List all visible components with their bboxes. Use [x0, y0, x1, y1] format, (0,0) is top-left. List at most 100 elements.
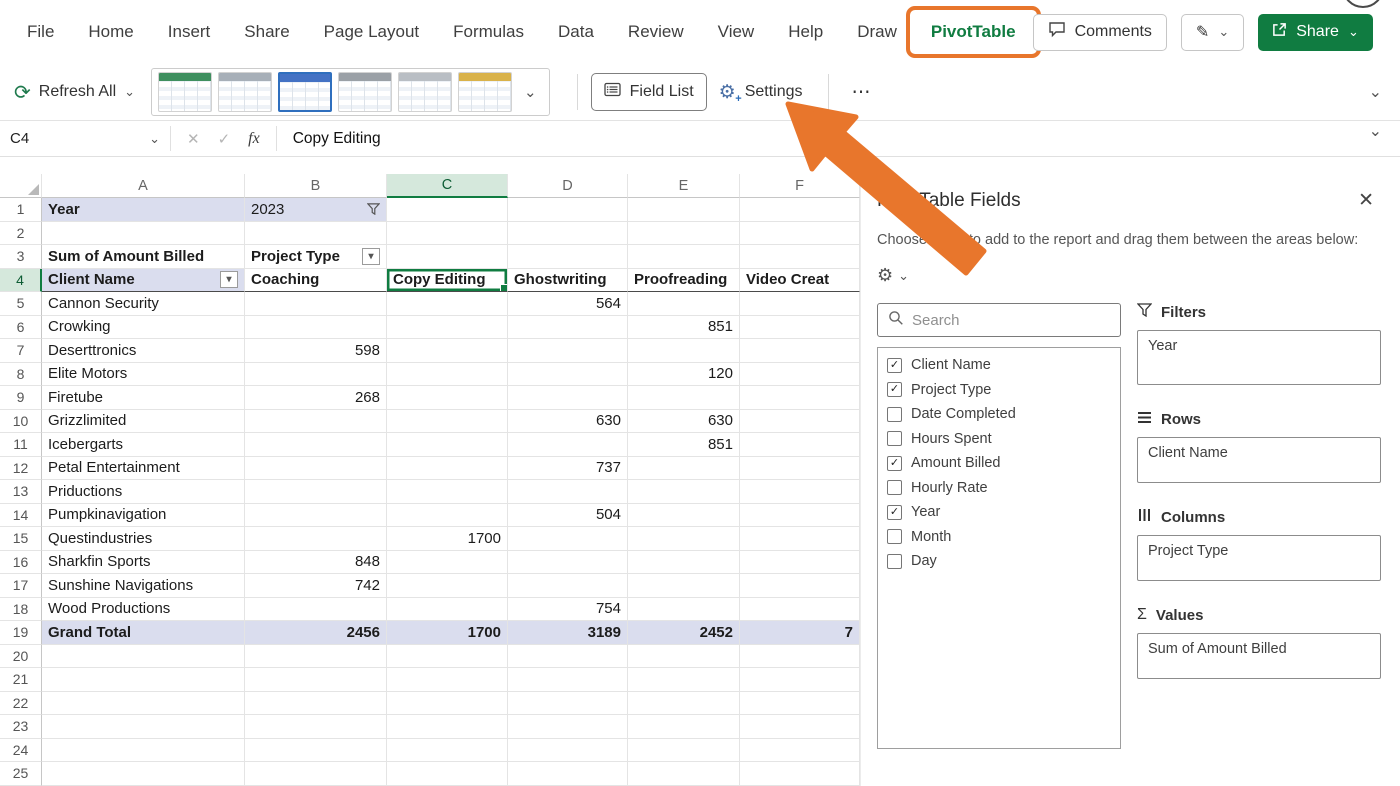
cell-E19[interactable]: 2452 — [628, 621, 740, 645]
cell-A21[interactable] — [42, 668, 245, 692]
filter-funnel-icon[interactable] — [367, 203, 380, 215]
cell-C20[interactable] — [387, 645, 508, 669]
row-header-19[interactable]: 19 — [0, 621, 42, 645]
menu-item-share[interactable]: Share — [227, 14, 306, 50]
cell-B6[interactable] — [245, 316, 387, 340]
close-icon[interactable]: ✕ — [1352, 187, 1380, 214]
cell-D3[interactable] — [508, 245, 628, 269]
dropdown-arrow-icon[interactable]: ▾ — [220, 271, 238, 288]
cell-F14[interactable] — [740, 504, 860, 528]
cell-A20[interactable] — [42, 645, 245, 669]
cell-A8[interactable]: Elite Motors — [42, 363, 245, 387]
cell-B7[interactable]: 598 — [245, 339, 387, 363]
cell-B23[interactable] — [245, 715, 387, 739]
cell-D16[interactable] — [508, 551, 628, 575]
cell-C22[interactable] — [387, 692, 508, 716]
pivot-style-thumbnail[interactable] — [158, 72, 212, 112]
cell-A9[interactable]: Firetube — [42, 386, 245, 410]
cell-F6[interactable] — [740, 316, 860, 340]
area-field-pill[interactable]: Client Name — [1148, 445, 1370, 461]
cell-B9[interactable]: 268 — [245, 386, 387, 410]
cell-E11[interactable]: 851 — [628, 433, 740, 457]
cell-F12[interactable] — [740, 457, 860, 481]
pivot-style-thumbnail[interactable] — [398, 72, 452, 112]
column-header-E[interactable]: E — [628, 174, 740, 198]
cell-F16[interactable] — [740, 551, 860, 575]
cell-F24[interactable] — [740, 739, 860, 763]
cell-F8[interactable] — [740, 363, 860, 387]
menu-item-file[interactable]: File — [10, 14, 71, 50]
cell-B10[interactable] — [245, 410, 387, 434]
menu-item-formulas[interactable]: Formulas — [436, 14, 541, 50]
rows-drop-zone[interactable]: Client Name — [1137, 437, 1381, 483]
cell-D15[interactable] — [508, 527, 628, 551]
cell-A23[interactable] — [42, 715, 245, 739]
field-item-project-type[interactable]: ✓Project Type — [878, 378, 1120, 403]
cell-B8[interactable] — [245, 363, 387, 387]
cell-F21[interactable] — [740, 668, 860, 692]
cell-E14[interactable] — [628, 504, 740, 528]
cell-F25[interactable] — [740, 762, 860, 786]
cell-B20[interactable] — [245, 645, 387, 669]
cell-B17[interactable]: 742 — [245, 574, 387, 598]
column-header-D[interactable]: D — [508, 174, 628, 198]
row-header-22[interactable]: 22 — [0, 692, 42, 716]
columns-drop-zone[interactable]: Project Type — [1137, 535, 1381, 581]
cell-C21[interactable] — [387, 668, 508, 692]
gallery-expand-icon[interactable]: ⌄ — [518, 83, 543, 101]
cell-C16[interactable] — [387, 551, 508, 575]
cell-B24[interactable] — [245, 739, 387, 763]
ribbon-collapse-icon[interactable]: ⌄ — [1369, 82, 1382, 102]
cell-E25[interactable] — [628, 762, 740, 786]
cell-E4[interactable]: Proofreading — [628, 269, 740, 293]
pen-mode-button[interactable]: ✎ ⌄ — [1181, 14, 1244, 51]
checkbox-checked[interactable]: ✓ — [887, 382, 902, 397]
cell-C6[interactable] — [387, 316, 508, 340]
cell-E18[interactable] — [628, 598, 740, 622]
cell-E21[interactable] — [628, 668, 740, 692]
cell-D18[interactable]: 754 — [508, 598, 628, 622]
cell-D20[interactable] — [508, 645, 628, 669]
row-header-9[interactable]: 9 — [0, 386, 42, 410]
menu-item-insert[interactable]: Insert — [151, 14, 228, 50]
field-item-amount-billed[interactable]: ✓Amount Billed — [878, 451, 1120, 476]
row-header-2[interactable]: 2 — [0, 222, 42, 246]
cell-C18[interactable] — [387, 598, 508, 622]
cell-C17[interactable] — [387, 574, 508, 598]
checkbox-unchecked[interactable] — [887, 480, 902, 495]
cell-E8[interactable]: 120 — [628, 363, 740, 387]
row-header-12[interactable]: 12 — [0, 457, 42, 481]
cell-C5[interactable] — [387, 292, 508, 316]
cell-F23[interactable] — [740, 715, 860, 739]
cell-B15[interactable] — [245, 527, 387, 551]
column-header-C[interactable]: C — [387, 174, 508, 198]
row-header-14[interactable]: 14 — [0, 504, 42, 528]
pane-options-button[interactable]: ⚙ ⌄ — [877, 265, 1380, 286]
checkbox-checked[interactable]: ✓ — [887, 358, 902, 373]
cell-A13[interactable]: Priductions — [42, 480, 245, 504]
cell-E7[interactable] — [628, 339, 740, 363]
cell-D22[interactable] — [508, 692, 628, 716]
field-item-hourly-rate[interactable]: Hourly Rate — [878, 476, 1120, 501]
row-header-13[interactable]: 13 — [0, 480, 42, 504]
cell-C23[interactable] — [387, 715, 508, 739]
cell-F4[interactable]: Video Creat — [740, 269, 860, 293]
avatar[interactable] — [1342, 0, 1384, 8]
cell-C2[interactable] — [387, 222, 508, 246]
cell-A5[interactable]: Cannon Security — [42, 292, 245, 316]
cell-F7[interactable] — [740, 339, 860, 363]
cell-E10[interactable]: 630 — [628, 410, 740, 434]
field-item-day[interactable]: Day — [878, 549, 1120, 574]
cell-C13[interactable] — [387, 480, 508, 504]
filters-drop-zone[interactable]: Year — [1137, 330, 1381, 385]
checkbox-unchecked[interactable] — [887, 407, 902, 422]
cell-D1[interactable] — [508, 198, 628, 222]
cell-D13[interactable] — [508, 480, 628, 504]
cell-E15[interactable] — [628, 527, 740, 551]
cell-F1[interactable] — [740, 198, 860, 222]
cell-C11[interactable] — [387, 433, 508, 457]
refresh-all-button[interactable]: ⟳ Refresh All ⌄ — [14, 80, 135, 105]
cell-C19[interactable]: 1700 — [387, 621, 508, 645]
cell-C15[interactable]: 1700 — [387, 527, 508, 551]
cell-F10[interactable] — [740, 410, 860, 434]
